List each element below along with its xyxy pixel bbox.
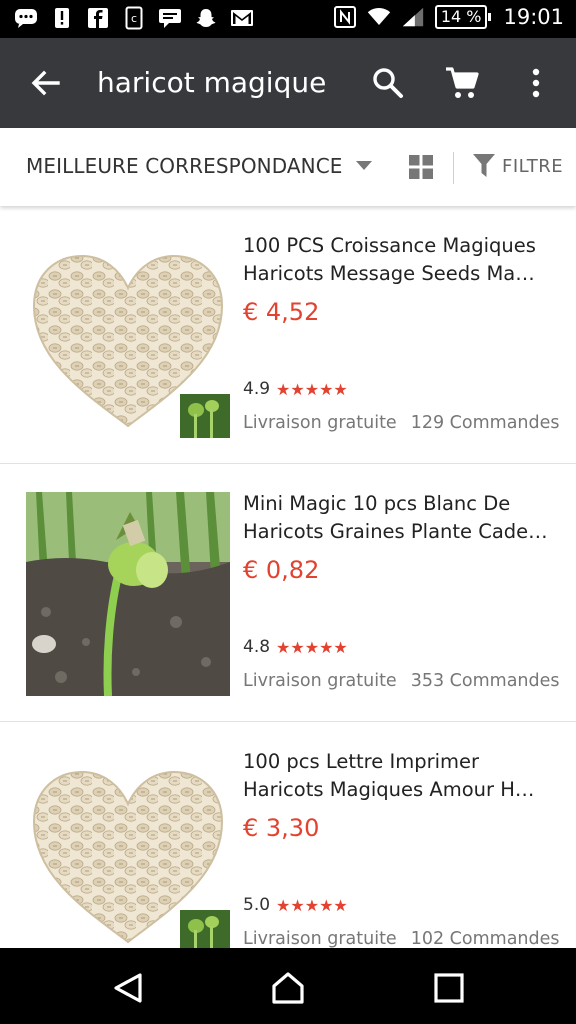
product-image[interactable] xyxy=(26,492,230,696)
sort-filter-bar: MEILLEURE CORRESPONDANCE FILTRE xyxy=(0,128,576,206)
cart-button[interactable] xyxy=(442,63,482,103)
nav-recents-icon xyxy=(434,973,464,1003)
cart-icon xyxy=(446,67,479,98)
product-price: € 3,30 xyxy=(243,814,320,842)
more-vert-icon xyxy=(532,68,540,98)
grid-icon xyxy=(409,155,433,179)
product-list[interactable]: 100 PCS Croissance Magiques Haricots Mes… xyxy=(0,206,576,948)
chat-icon xyxy=(14,6,38,30)
caret-down-icon[interactable] xyxy=(356,161,372,170)
filter-label: FILTRE xyxy=(502,155,564,177)
gmail-icon xyxy=(230,6,254,30)
nav-recents-button[interactable] xyxy=(431,970,467,1006)
divider xyxy=(453,152,454,184)
message-icon xyxy=(158,6,182,30)
shipping-label: Livraison gratuite xyxy=(243,671,397,691)
order-count: 353 Commandes xyxy=(410,671,560,691)
product-title[interactable]: 100 PCS Croissance Magiques Haricots Mes… xyxy=(243,232,558,288)
grid-view-button[interactable] xyxy=(408,154,434,180)
search-button[interactable] xyxy=(368,63,408,103)
sprout-inset xyxy=(180,910,230,948)
app-bar: haricot magique xyxy=(0,38,576,128)
product-image[interactable] xyxy=(26,750,230,948)
rating-value: 5.0 xyxy=(243,895,271,915)
heart-beans-image xyxy=(26,234,230,438)
back-button[interactable] xyxy=(26,64,64,102)
product-title[interactable]: 100 pcs Lettre Imprimer Haricots Magique… xyxy=(243,748,558,804)
rating-value: 4.9 xyxy=(243,379,271,399)
nav-back-button[interactable] xyxy=(110,970,146,1006)
facebook-icon xyxy=(86,6,110,30)
heart-beans-image xyxy=(26,750,230,948)
sprout-inset xyxy=(180,394,230,438)
rating-value: 4.8 xyxy=(243,637,271,657)
nfc-icon xyxy=(333,5,357,29)
filter-button[interactable]: FILTRE xyxy=(472,152,563,180)
filter-icon xyxy=(473,154,495,177)
nav-back-icon xyxy=(114,973,142,1003)
sprout-image xyxy=(26,492,230,696)
notification-icons: c xyxy=(14,6,254,30)
arrow-back-icon xyxy=(31,70,60,96)
star-rating-icon: ★★★★★ xyxy=(276,895,348,915)
order-count: 129 Commandes xyxy=(410,413,560,433)
product-image[interactable] xyxy=(26,234,230,438)
search-icon xyxy=(373,68,403,98)
svg-text:c: c xyxy=(131,12,137,25)
status-bar: c 14 % 19:01 xyxy=(0,0,576,38)
wifi-icon xyxy=(367,5,391,29)
product-price: € 4,52 xyxy=(243,298,320,326)
search-query[interactable]: haricot magique xyxy=(97,66,326,99)
product-price: € 0,82 xyxy=(243,556,320,584)
sort-dropdown[interactable]: MEILLEURE CORRESPONDANCE xyxy=(26,154,343,178)
signal-icon xyxy=(401,5,425,29)
star-rating-icon: ★★★★★ xyxy=(276,637,348,657)
clock: 19:01 xyxy=(503,5,564,29)
system-indicators: 14 % 19:01 xyxy=(333,5,564,29)
navigation-bar xyxy=(0,948,576,1024)
list-item[interactable]: Mini Magic 10 pcs Blanc De Haricots Grai… xyxy=(0,464,576,722)
c-icon: c xyxy=(122,6,146,30)
nav-home-icon xyxy=(272,972,304,1004)
list-item[interactable]: 100 pcs Lettre Imprimer Haricots Magique… xyxy=(0,722,576,948)
product-title[interactable]: Mini Magic 10 pcs Blanc De Haricots Grai… xyxy=(243,490,558,546)
battery-indicator: 14 % xyxy=(434,5,492,29)
list-item[interactable]: 100 PCS Croissance Magiques Haricots Mes… xyxy=(0,206,576,464)
shipping-label: Livraison gratuite xyxy=(243,929,397,948)
more-options-button[interactable] xyxy=(516,63,556,103)
order-count: 102 Commandes xyxy=(410,929,560,948)
shipping-label: Livraison gratuite xyxy=(243,413,397,433)
alert-icon xyxy=(50,6,74,30)
star-rating-icon: ★★★★★ xyxy=(276,379,348,399)
nav-home-button[interactable] xyxy=(270,970,306,1006)
snapchat-icon xyxy=(194,6,218,30)
